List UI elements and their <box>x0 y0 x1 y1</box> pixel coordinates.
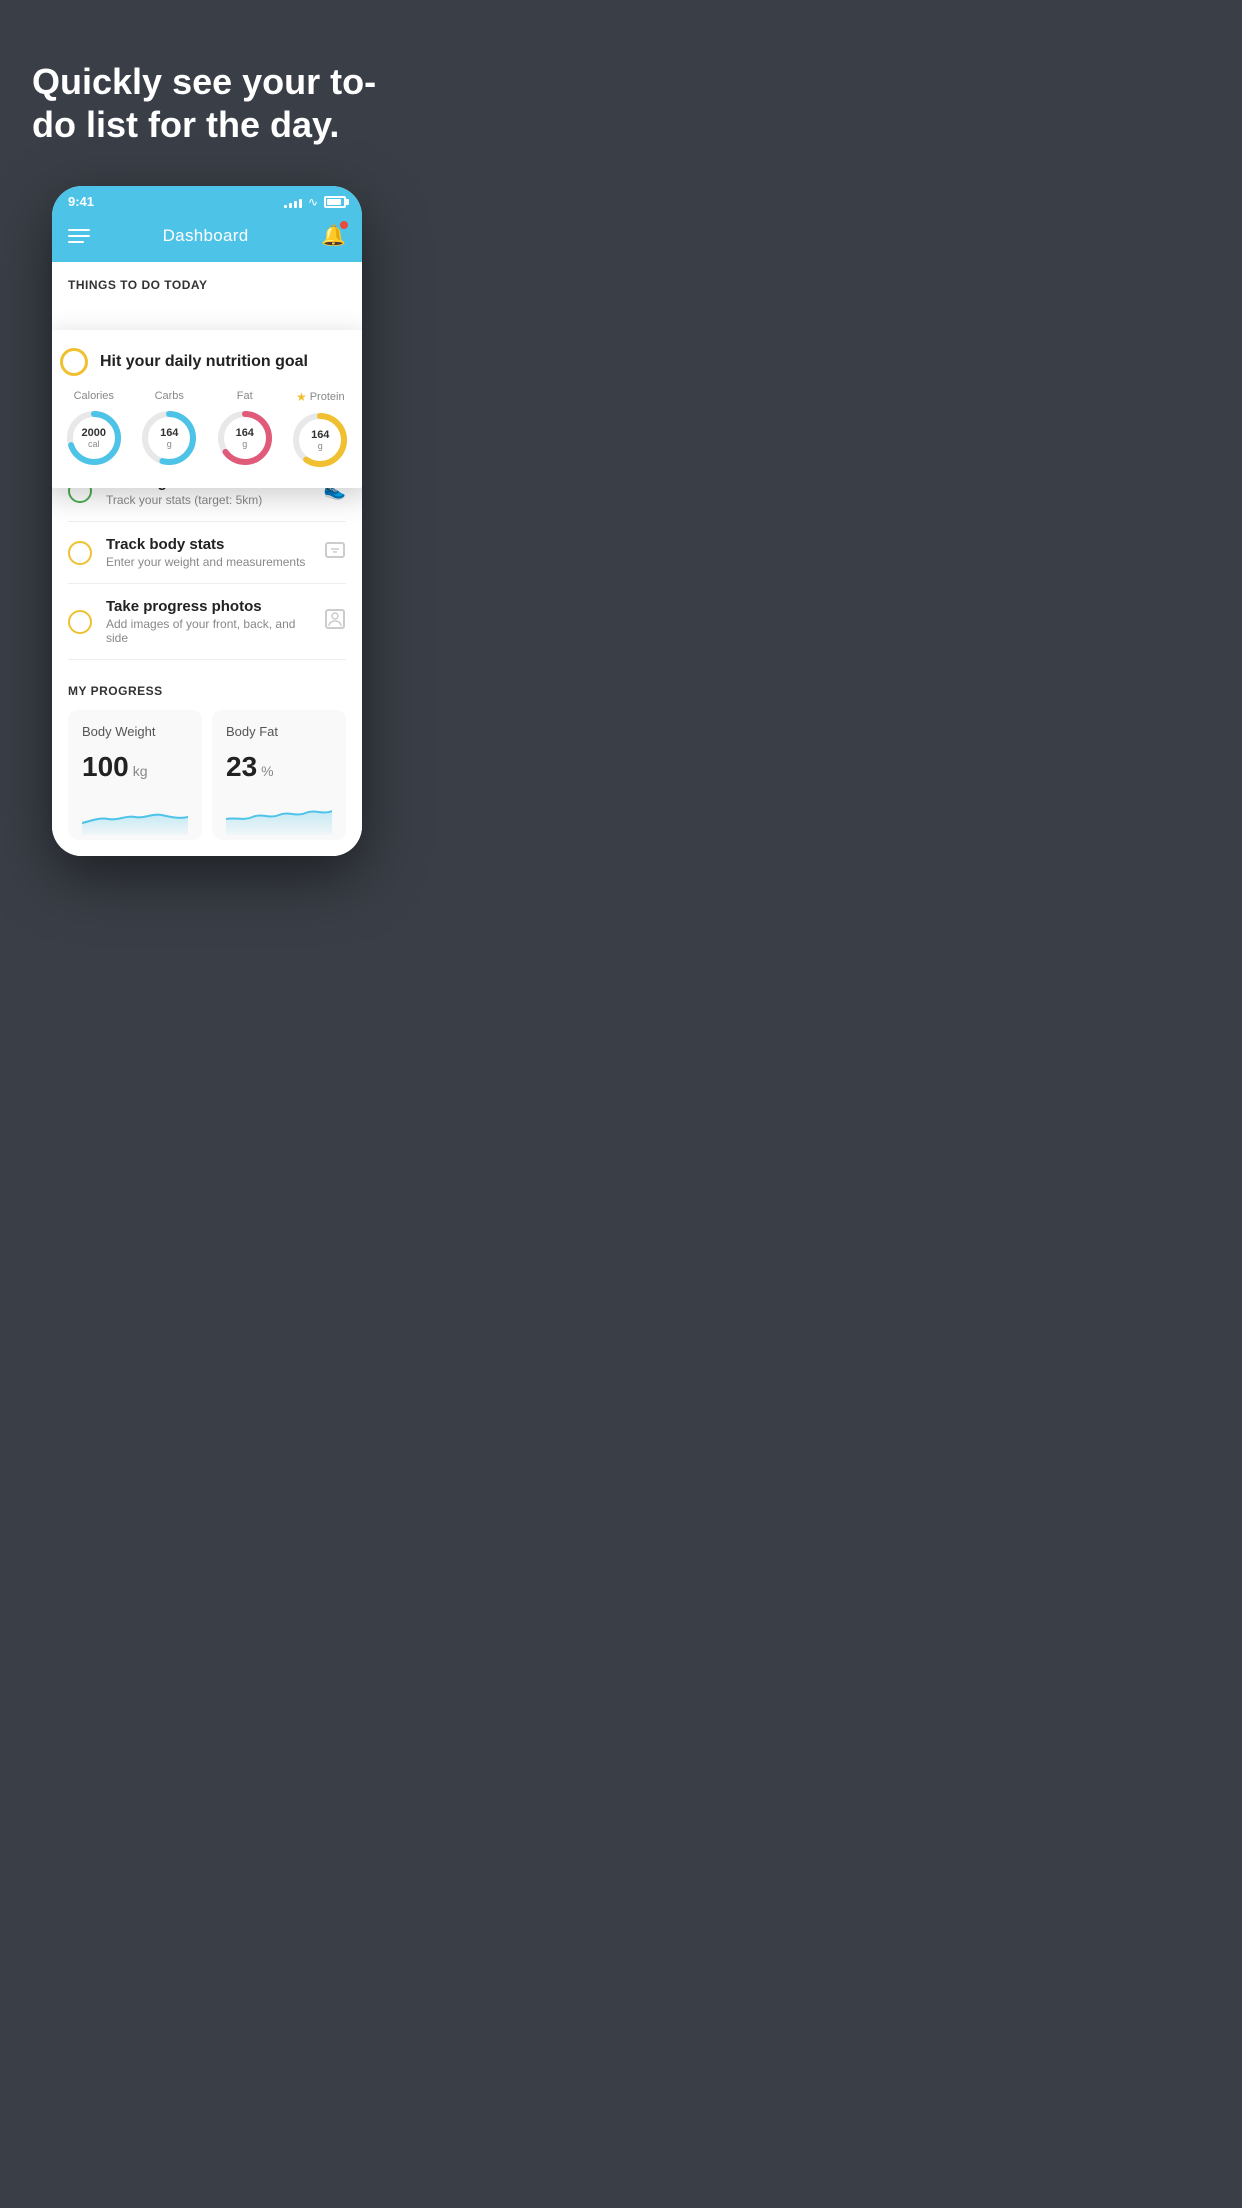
progress-photos-check-circle <box>68 610 92 634</box>
status-icons: ∿ <box>284 195 346 209</box>
things-to-do-header: THINGS TO DO TODAY <box>52 262 362 300</box>
body-fat-unit: % <box>261 763 273 779</box>
body-stats-subtitle: Enter your weight and measurements <box>106 555 310 569</box>
body-weight-value: 100 <box>82 751 129 783</box>
signal-icon <box>284 196 302 208</box>
fat-donut: 164 g <box>215 408 275 468</box>
progress-section-title: MY PROGRESS <box>68 684 346 698</box>
hamburger-menu-icon[interactable] <box>68 229 90 243</box>
nutrition-metrics: Calories 2000 cal <box>60 390 354 470</box>
body-weight-card-title: Body Weight <box>82 724 188 739</box>
body-stats-content: Track body stats Enter your weight and m… <box>106 536 310 569</box>
todo-list: Running Track your stats (target: 5km) 👟… <box>52 460 362 660</box>
todo-item-body-stats[interactable]: Track body stats Enter your weight and m… <box>68 522 346 584</box>
hero-title: Quickly see your to-do list for the day. <box>32 60 382 146</box>
calories-donut: 2000 cal <box>64 408 124 468</box>
app-body: THINGS TO DO TODAY Hit your daily nutrit… <box>52 262 362 856</box>
body-fat-chart <box>226 795 332 835</box>
fat-label: Fat <box>237 390 253 402</box>
carbs-donut: 164 g <box>139 408 199 468</box>
notification-bell-icon[interactable]: 🔔 <box>321 223 346 248</box>
nutrition-check-circle <box>60 348 88 376</box>
carbs-unit: g <box>160 439 178 449</box>
notification-dot <box>340 221 348 229</box>
progress-section: MY PROGRESS Body Weight 100 kg <box>52 660 362 856</box>
fat-unit: g <box>236 439 254 449</box>
body-stats-check-circle <box>68 541 92 565</box>
todo-item-progress-photos[interactable]: Take progress photos Add images of your … <box>68 584 346 660</box>
running-subtitle: Track your stats (target: 5km) <box>106 493 310 507</box>
body-fat-value: 23 <box>226 751 257 783</box>
body-fat-value-row: 23 % <box>226 751 332 783</box>
body-fat-card: Body Fat 23 % <box>212 710 346 840</box>
status-time: 9:41 <box>68 194 94 209</box>
protein-label: ★ Protein <box>296 390 345 404</box>
body-stats-title: Track body stats <box>106 536 310 553</box>
status-bar: 9:41 ∿ <box>52 186 362 213</box>
nutrition-card-title: Hit your daily nutrition goal <box>100 353 308 371</box>
fat-value: 164 <box>236 427 254 439</box>
battery-icon <box>324 196 346 208</box>
protein-unit: g <box>311 441 329 451</box>
body-weight-card: Body Weight 100 kg <box>68 710 202 840</box>
hero-section: Quickly see your to-do list for the day. <box>0 0 414 166</box>
person-icon <box>324 608 346 635</box>
protein-metric: ★ Protein 164 g <box>290 390 350 470</box>
phone-mockup: 9:41 ∿ Dashboard 🔔 THI <box>52 186 362 856</box>
protein-value: 164 <box>311 429 329 441</box>
calories-unit: cal <box>82 439 106 449</box>
app-header: Dashboard 🔔 <box>52 213 362 262</box>
scale-icon <box>324 539 346 566</box>
nutrition-card: Hit your daily nutrition goal Calories <box>52 330 362 488</box>
body-weight-value-row: 100 kg <box>82 751 188 783</box>
body-fat-card-title: Body Fat <box>226 724 332 739</box>
nutrition-card-header: Hit your daily nutrition goal <box>60 348 354 376</box>
carbs-value: 164 <box>160 427 178 439</box>
calories-metric: Calories 2000 cal <box>64 390 124 470</box>
carbs-label: Carbs <box>155 390 184 402</box>
calories-label: Calories <box>74 390 114 402</box>
header-title: Dashboard <box>163 226 249 246</box>
protein-star-icon: ★ <box>296 390 307 404</box>
body-weight-unit: kg <box>133 763 148 779</box>
body-weight-chart <box>82 795 188 835</box>
progress-photos-title: Take progress photos <box>106 598 310 615</box>
wifi-icon: ∿ <box>308 195 318 209</box>
carbs-metric: Carbs 164 g <box>139 390 199 470</box>
progress-photos-content: Take progress photos Add images of your … <box>106 598 310 645</box>
fat-metric: Fat 164 g <box>215 390 275 470</box>
progress-cards: Body Weight 100 kg <box>68 710 346 840</box>
calories-value: 2000 <box>82 427 106 439</box>
protein-donut: 164 g <box>290 410 350 470</box>
progress-photos-subtitle: Add images of your front, back, and side <box>106 617 310 645</box>
